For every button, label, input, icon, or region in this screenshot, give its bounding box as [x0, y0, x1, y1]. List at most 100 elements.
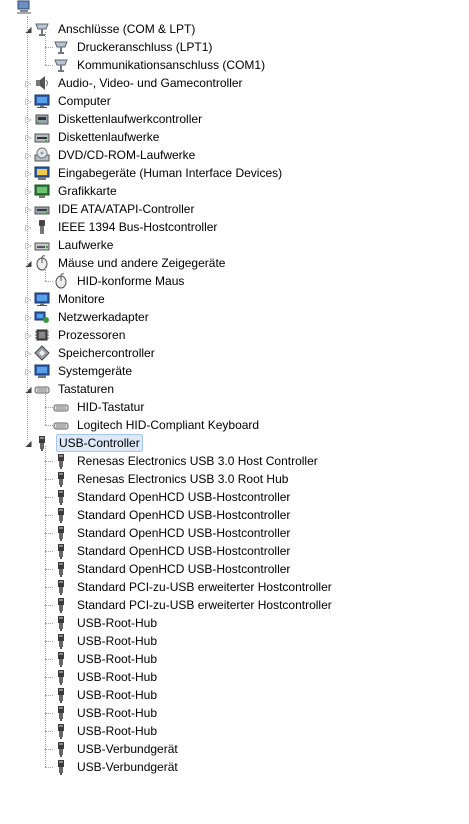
tree-connector	[45, 623, 53, 624]
category-mäuse-und-andere-zeigegeräte[interactable]: ◢ Mäuse und andere Zeigegeräte	[0, 254, 469, 272]
category-eingabegeräte-human-interface-devices[interactable]: ▷ Eingabegeräte (Human Interface Devices)	[0, 164, 469, 182]
device-item[interactable]: USB-Root-Hub	[0, 686, 469, 704]
tree-connector	[45, 605, 53, 606]
collapse-arrow-icon[interactable]: ◢	[24, 439, 33, 448]
category-usb-controller[interactable]: ◢ USB-Controller	[0, 434, 469, 452]
speaker-icon	[34, 75, 50, 91]
usb-icon	[53, 687, 69, 703]
expand-arrow-icon[interactable]: ▷	[24, 133, 33, 142]
category-label: Diskettenlaufwerke	[58, 130, 160, 144]
category-prozessoren[interactable]: ▷ Prozessoren	[0, 326, 469, 344]
device-item[interactable]: Standard PCI-zu-USB erweiterter Hostcont…	[0, 578, 469, 596]
expand-arrow-icon[interactable]: ▷	[24, 295, 33, 304]
category-laufwerke[interactable]: ▷ Laufwerke	[0, 236, 469, 254]
device-item[interactable]: Kommunikationsanschluss (COM1)	[0, 56, 469, 74]
tree-connector	[45, 446, 46, 767]
network-adapter-icon	[34, 309, 50, 325]
category-systemgeräte[interactable]: ▷ Systemgeräte	[0, 362, 469, 380]
expand-arrow-icon[interactable]: ▷	[24, 331, 33, 340]
device-item[interactable]: Druckeranschluss (LPT1)	[0, 38, 469, 56]
device-item[interactable]: USB-Root-Hub	[0, 632, 469, 650]
tree-connector	[45, 587, 53, 588]
usb-icon	[53, 543, 69, 559]
monitor-icon	[34, 291, 50, 307]
usb-icon	[34, 435, 50, 451]
category-label: IEEE 1394 Bus-Hostcontroller	[58, 220, 218, 234]
category-dvd-cd-rom-laufwerke[interactable]: ▷ DVD/CD-ROM-Laufwerke	[0, 146, 469, 164]
device-item[interactable]: Standard OpenHCD USB-Hostcontroller	[0, 542, 469, 560]
collapse-arrow-icon[interactable]: ◢	[24, 25, 33, 34]
tree-connector	[45, 407, 53, 408]
category-diskettenlaufwerke[interactable]: ▷ Diskettenlaufwerke	[0, 128, 469, 146]
tree-connector	[45, 533, 53, 534]
device-item[interactable]: Standard PCI-zu-USB erweiterter Hostcont…	[0, 596, 469, 614]
collapse-arrow-icon[interactable]: ◢	[24, 385, 33, 394]
tree-root[interactable]	[0, 0, 40, 16]
expand-arrow-icon[interactable]: ▷	[24, 223, 33, 232]
device-item[interactable]: USB-Root-Hub	[0, 614, 469, 632]
device-item[interactable]: USB-Root-Hub	[0, 668, 469, 686]
usb-icon	[53, 561, 69, 577]
category-anschlüsse-com-lpt[interactable]: ◢ Anschlüsse (COM & LPT)	[0, 20, 469, 38]
hid-icon	[34, 165, 50, 181]
expand-arrow-icon[interactable]: ▷	[24, 241, 33, 250]
expand-arrow-icon[interactable]: ▷	[24, 115, 33, 124]
device-label: USB-Verbundgerät	[77, 760, 178, 774]
expand-arrow-icon[interactable]: ▷	[24, 169, 33, 178]
device-label: Standard OpenHCD USB-Hostcontroller	[77, 544, 291, 558]
expand-arrow-icon[interactable]: ▷	[24, 367, 33, 376]
device-item[interactable]: Renesas Electronics USB 3.0 Root Hub	[0, 470, 469, 488]
system-device-icon	[34, 363, 50, 379]
usb-icon	[53, 525, 69, 541]
category-label: Computer	[58, 94, 111, 108]
category-label: Eingabegeräte (Human Interface Devices)	[58, 166, 283, 180]
expand-arrow-icon[interactable]: ▷	[24, 205, 33, 214]
category-ide-ata-atapi-controller[interactable]: ▷ IDE ATA/ATAPI-Controller	[0, 200, 469, 218]
expand-arrow-icon[interactable]: ▷	[24, 313, 33, 322]
device-label: Druckeranschluss (LPT1)	[77, 40, 213, 54]
category-diskettenlaufwerkcontroller[interactable]: ▷ Diskettenlaufwerkcontroller	[0, 110, 469, 128]
device-label: USB-Root-Hub	[77, 616, 158, 630]
device-item[interactable]: Standard OpenHCD USB-Hostcontroller	[0, 506, 469, 524]
keyboard-icon	[34, 381, 50, 397]
expand-arrow-icon[interactable]: ▷	[24, 187, 33, 196]
expand-arrow-icon[interactable]: ▷	[24, 79, 33, 88]
tree-connector	[45, 641, 53, 642]
category-audio-video-und-gamecontroller[interactable]: ▷ Audio-, Video- und Gamecontroller	[0, 74, 469, 92]
device-item[interactable]: Standard OpenHCD USB-Hostcontroller	[0, 560, 469, 578]
device-label: Standard OpenHCD USB-Hostcontroller	[77, 562, 291, 576]
expand-arrow-icon[interactable]: ▷	[24, 349, 33, 358]
device-item[interactable]: Standard OpenHCD USB-Hostcontroller	[0, 524, 469, 542]
device-item[interactable]: USB-Root-Hub	[0, 704, 469, 722]
device-item[interactable]: USB-Verbundgerät	[0, 740, 469, 758]
category-speichercontroller[interactable]: ▷ Speichercontroller	[0, 344, 469, 362]
expand-arrow-icon[interactable]: ▷	[24, 151, 33, 160]
floppy-controller-icon	[34, 111, 50, 127]
device-item[interactable]: Logitech HID-Compliant Keyboard	[0, 416, 469, 434]
collapse-arrow-icon[interactable]: ◢	[24, 259, 33, 268]
category-netzwerkadapter[interactable]: ▷ Netzwerkadapter	[0, 308, 469, 326]
expand-arrow-icon[interactable]: ▷	[24, 97, 33, 106]
processor-icon	[34, 327, 50, 343]
device-item[interactable]: Renesas Electronics USB 3.0 Host Control…	[0, 452, 469, 470]
category-computer[interactable]: ▷ Computer	[0, 92, 469, 110]
category-monitore[interactable]: ▷ Monitore	[0, 290, 469, 308]
device-manager-tree: ◢ Anschlüsse (COM & LPT) Druckeranschluss …	[0, 0, 469, 824]
tree-connector	[45, 731, 53, 732]
category-grafikkarte[interactable]: ▷ Grafikkarte	[0, 182, 469, 200]
device-label: Renesas Electronics USB 3.0 Root Hub	[77, 472, 289, 486]
tree-connector	[45, 767, 53, 768]
usb-icon	[53, 579, 69, 595]
device-item[interactable]: Standard OpenHCD USB-Hostcontroller	[0, 488, 469, 506]
category-ieee-1394-bus-hostcontroller[interactable]: ▷ IEEE 1394 Bus-Hostcontroller	[0, 218, 469, 236]
device-item[interactable]: HID-konforme Maus	[0, 272, 469, 290]
device-item[interactable]: USB-Root-Hub	[0, 722, 469, 740]
device-item[interactable]: USB-Root-Hub	[0, 650, 469, 668]
category-tastaturen[interactable]: ◢ Tastaturen	[0, 380, 469, 398]
tree-connector	[45, 515, 53, 516]
device-item[interactable]: HID-Tastatur	[0, 398, 469, 416]
device-label: HID-Tastatur	[77, 400, 145, 414]
category-label: Anschlüsse (COM & LPT)	[58, 22, 196, 36]
monitor-icon	[34, 93, 50, 109]
device-item[interactable]: USB-Verbundgerät	[0, 758, 469, 776]
